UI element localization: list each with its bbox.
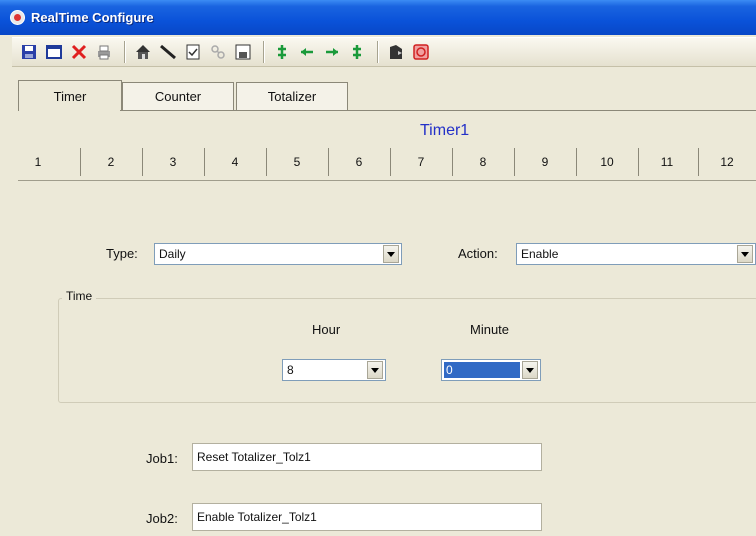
time-group-label: Time bbox=[62, 289, 97, 303]
minute-select[interactable]: 0 bbox=[441, 359, 541, 381]
title-bar: RealTime Configure bbox=[0, 0, 756, 35]
chevron-down-icon[interactable] bbox=[522, 361, 538, 379]
number-tab-12[interactable]: 12 bbox=[699, 146, 755, 178]
number-tab-5[interactable]: 5 bbox=[267, 146, 327, 178]
job2-field[interactable]: Enable Totalizer_Tolz1 bbox=[192, 503, 542, 531]
tab-timer[interactable]: Timer bbox=[18, 80, 122, 111]
time-groupbox bbox=[58, 298, 756, 403]
type-select[interactable]: Daily bbox=[154, 243, 402, 265]
link-icon[interactable] bbox=[207, 41, 229, 63]
minute-select-value: 0 bbox=[444, 362, 520, 378]
window-icon[interactable] bbox=[43, 41, 65, 63]
hour-label: Hour bbox=[312, 322, 341, 337]
job1-label: Job1: bbox=[146, 451, 178, 466]
number-tab-2[interactable]: 2 bbox=[81, 146, 141, 178]
tab-underline bbox=[120, 110, 756, 111]
action-label: Action: bbox=[458, 246, 498, 261]
toolbar bbox=[12, 37, 756, 67]
action-select[interactable]: Enable bbox=[516, 243, 756, 265]
arrows-up-down-icon[interactable] bbox=[346, 41, 368, 63]
timer-title: Timer1 bbox=[420, 122, 470, 139]
tab-totalizer[interactable]: Totalizer bbox=[236, 82, 348, 110]
timer-number-tabs: 1 2 3 4 5 6 7 8 9 10 11 12 bbox=[18, 146, 756, 181]
number-tab-8[interactable]: 8 bbox=[453, 146, 513, 178]
arrow-left-icon[interactable] bbox=[296, 41, 318, 63]
line-icon[interactable] bbox=[157, 41, 179, 63]
number-tab-10[interactable]: 10 bbox=[577, 146, 637, 178]
print-icon[interactable] bbox=[93, 41, 115, 63]
number-tab-1[interactable]: 1 bbox=[18, 146, 58, 178]
run-icon[interactable] bbox=[385, 41, 407, 63]
number-tab-11[interactable]: 11 bbox=[639, 146, 695, 178]
number-tab-9[interactable]: 9 bbox=[515, 146, 575, 178]
disk-icon[interactable] bbox=[232, 41, 254, 63]
app-icon bbox=[10, 10, 25, 25]
save-icon[interactable] bbox=[18, 41, 40, 63]
toolbar-separator bbox=[263, 41, 265, 63]
job2-label: Job2: bbox=[146, 511, 178, 526]
delete-icon[interactable] bbox=[68, 41, 90, 63]
number-tab-4[interactable]: 4 bbox=[205, 146, 265, 178]
number-tab-7[interactable]: 7 bbox=[391, 146, 451, 178]
hour-select-value: 8 bbox=[287, 363, 294, 377]
stop-icon[interactable] bbox=[410, 41, 432, 63]
arrows-up-down-icon[interactable] bbox=[271, 41, 293, 63]
home-icon[interactable] bbox=[132, 41, 154, 63]
window-title: RealTime Configure bbox=[31, 10, 154, 25]
job1-field[interactable]: Reset Totalizer_Tolz1 bbox=[192, 443, 542, 471]
chevron-down-icon[interactable] bbox=[737, 245, 753, 263]
chevron-down-icon[interactable] bbox=[383, 245, 399, 263]
toolbar-separator bbox=[124, 41, 126, 63]
chevron-down-icon[interactable] bbox=[367, 361, 383, 379]
tab-counter[interactable]: Counter bbox=[122, 82, 234, 110]
action-select-value: Enable bbox=[521, 247, 559, 261]
number-tab-6[interactable]: 6 bbox=[329, 146, 389, 178]
hour-select[interactable]: 8 bbox=[282, 359, 386, 381]
minute-label: Minute bbox=[470, 322, 510, 337]
number-tab-3[interactable]: 3 bbox=[143, 146, 203, 178]
type-select-value: Daily bbox=[159, 247, 186, 261]
document-icon[interactable] bbox=[182, 41, 204, 63]
toolbar-separator bbox=[377, 41, 379, 63]
arrow-right-icon[interactable] bbox=[321, 41, 343, 63]
type-label: Type: bbox=[106, 246, 138, 261]
